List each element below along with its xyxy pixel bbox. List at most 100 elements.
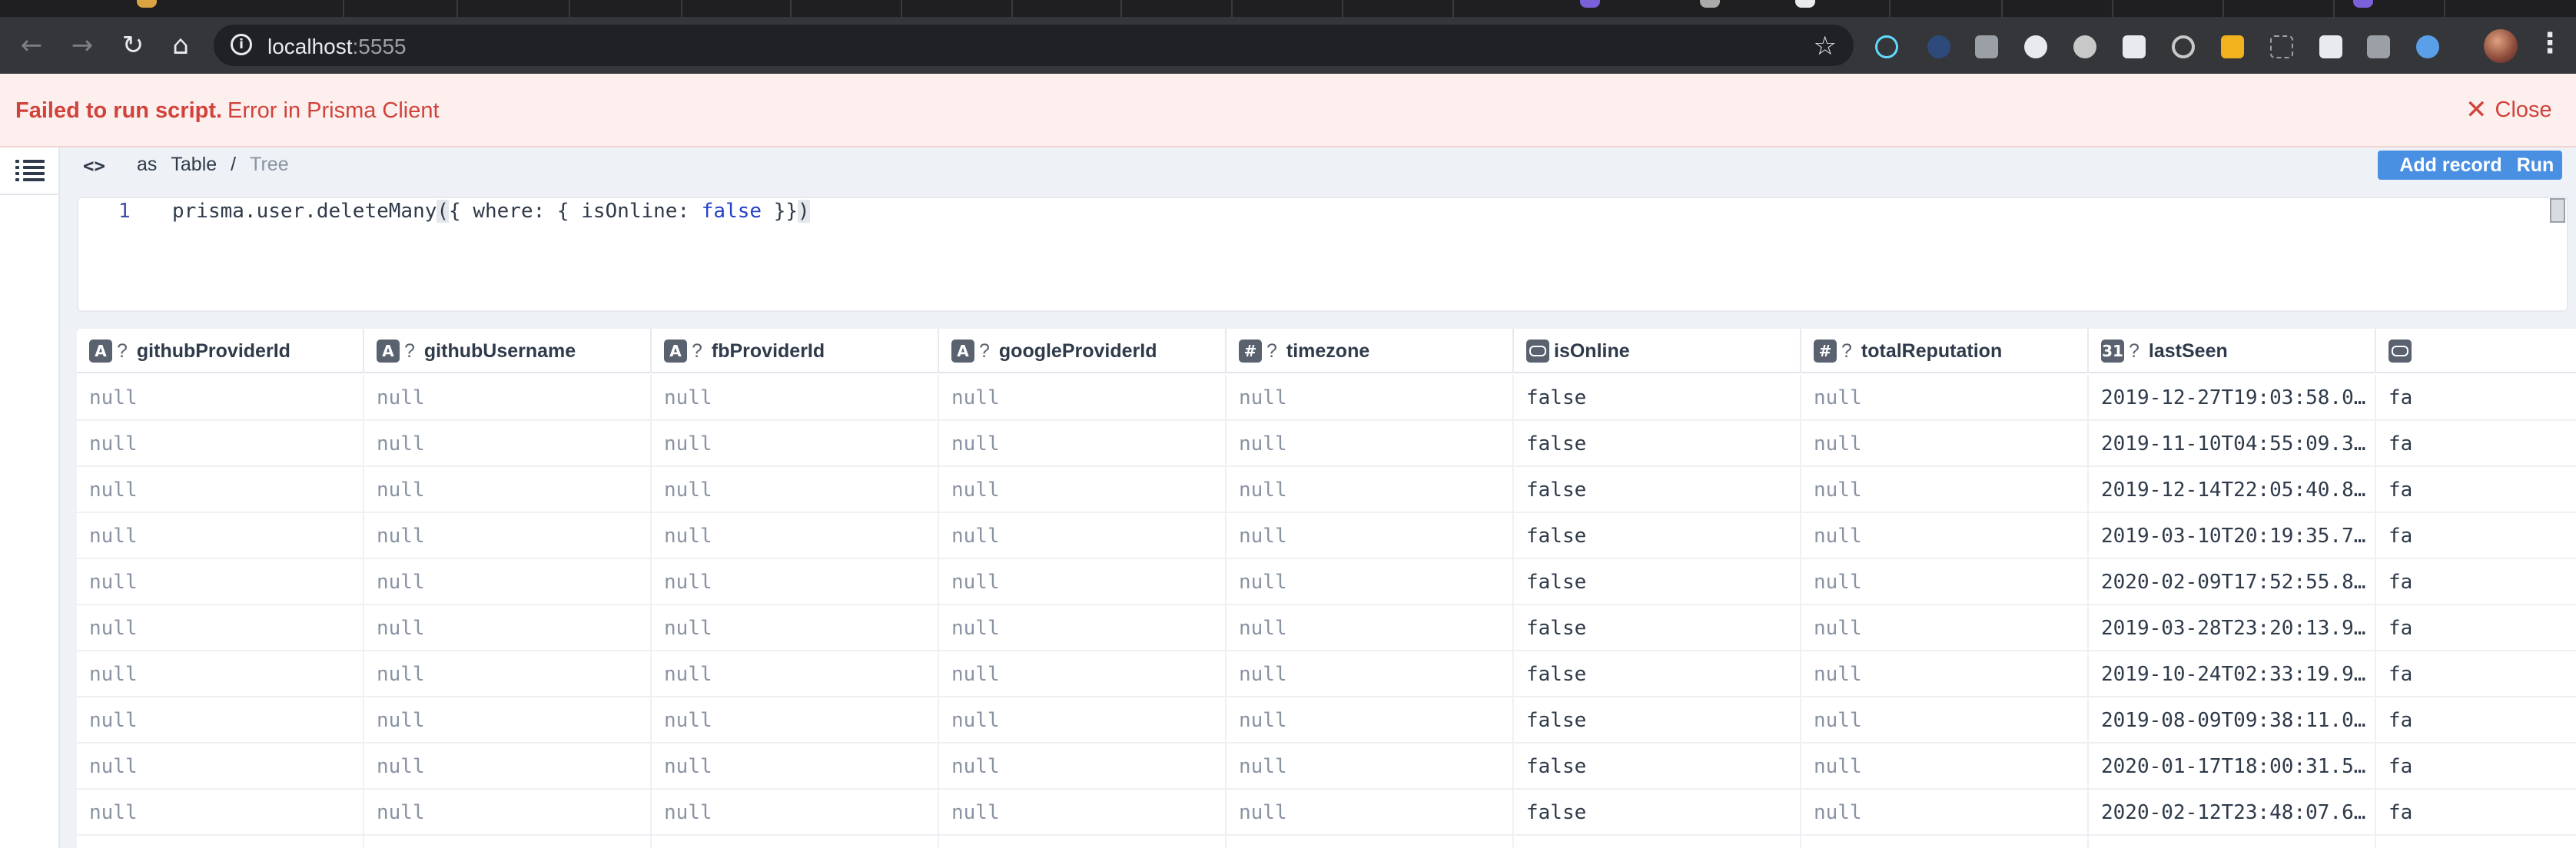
- table-cell[interactable]: fa: [2376, 559, 2576, 605]
- table-cell[interactable]: null: [939, 559, 1227, 605]
- extension-icon[interactable]: [2416, 35, 2439, 58]
- table-cell[interactable]: null: [1801, 697, 2089, 744]
- table-cell[interactable]: null: [652, 513, 939, 559]
- table-cell[interactable]: false: [1514, 697, 1801, 744]
- table-cell[interactable]: null: [364, 467, 652, 513]
- table-cell[interactable]: null: [1227, 605, 1514, 651]
- table-cell[interactable]: null: [939, 513, 1227, 559]
- table-cell[interactable]: null: [77, 744, 364, 790]
- table-cell[interactable]: null: [1801, 790, 2089, 836]
- run-button[interactable]: Run: [2508, 151, 2562, 180]
- table-cell[interactable]: fa: [2376, 651, 2576, 697]
- extension-icon[interactable]: [2367, 35, 2390, 58]
- table-cell[interactable]: 2019-12-27T19:03:58.0…: [2089, 375, 2376, 421]
- table-cell[interactable]: null: [652, 836, 939, 848]
- editor-scrollbar[interactable]: [2550, 198, 2565, 223]
- table-cell[interactable]: null: [1227, 697, 1514, 744]
- table-row[interactable]: null null null null null false null 2019-11-10T…: [77, 421, 2576, 467]
- table-cell[interactable]: null: [939, 421, 1227, 467]
- table-cell[interactable]: fa: [2376, 421, 2576, 467]
- column-header[interactable]: A? githubProviderId: [77, 329, 364, 373]
- reload-icon[interactable]: ↻: [115, 28, 151, 63]
- table-cell[interactable]: null: [939, 467, 1227, 513]
- table-cell[interactable]: null: [1227, 513, 1514, 559]
- table-cell[interactable]: 2019-12-14T22:05:40.8…: [2089, 467, 2376, 513]
- table-cell[interactable]: false: [1514, 651, 1801, 697]
- table-cell[interactable]: null: [652, 651, 939, 697]
- script-editor[interactable]: 1 prisma.user.deleteMany({ where: { isOn…: [77, 197, 2568, 312]
- table-cell[interactable]: fa: [2376, 697, 2576, 744]
- bitwarden-extension-icon[interactable]: [2123, 35, 2146, 58]
- briefcase-extension-icon[interactable]: [1975, 35, 1998, 58]
- table-cell[interactable]: null: [652, 790, 939, 836]
- tab-favicon-icon[interactable]: [1795, 0, 1815, 8]
- table-cell[interactable]: null: [939, 790, 1227, 836]
- table-cell[interactable]: null: [77, 421, 364, 467]
- list-view-icon[interactable]: [15, 158, 45, 181]
- table-cell[interactable]: null: [77, 559, 364, 605]
- profile-avatar[interactable]: [2484, 29, 2518, 63]
- table-cell[interactable]: null: [364, 559, 652, 605]
- table-cell[interactable]: fa: [2376, 790, 2576, 836]
- table-cell[interactable]: null: [77, 513, 364, 559]
- table-cell[interactable]: null: [364, 790, 652, 836]
- table-cell[interactable]: null: [364, 651, 652, 697]
- table-cell[interactable]: null: [1801, 467, 2089, 513]
- table-row[interactable]: null null null null null false null 2019-03-10T…: [77, 513, 2576, 559]
- table-cell[interactable]: null: [939, 605, 1227, 651]
- table-cell[interactable]: null: [652, 467, 939, 513]
- table-cell[interactable]: null: [77, 697, 364, 744]
- column-header[interactable]: A? githubUsername: [364, 329, 652, 373]
- column-header[interactable]: #? totalReputation: [1801, 329, 2089, 373]
- tab-favicon-icon[interactable]: [1580, 0, 1600, 8]
- table-row[interactable]: null null null null null false null 2019-10-24T…: [77, 651, 2576, 697]
- table-cell[interactable]: false: [1514, 790, 1801, 836]
- table-cell[interactable]: null: [652, 421, 939, 467]
- table-cell[interactable]: null: [77, 651, 364, 697]
- browser-menu-icon[interactable]: ⋮: [2536, 28, 2564, 59]
- table-cell[interactable]: null: [1801, 744, 2089, 790]
- table-cell[interactable]: 2020-02-09T17:52:55.8…: [2089, 559, 2376, 605]
- table-row[interactable]: null null null null null false null 2020-02-09T…: [77, 559, 2576, 605]
- table-cell[interactable]: null: [652, 375, 939, 421]
- forward-arrow-icon[interactable]: →: [65, 28, 100, 63]
- table-cell[interactable]: false: [1514, 375, 1801, 421]
- table-cell[interactable]: null: [1227, 559, 1514, 605]
- table-cell[interactable]: 2019-03-28T23:20:13.9…: [2089, 605, 2376, 651]
- table-cell[interactable]: fa: [2376, 836, 2576, 848]
- table-cell[interactable]: fa: [2376, 744, 2576, 790]
- extension-icon[interactable]: [2024, 35, 2047, 58]
- column-header[interactable]: 31? lastSeen: [2089, 329, 2376, 373]
- code-toggle-icon[interactable]: <>: [83, 155, 105, 177]
- table-cell[interactable]: 2020-01-17T18:00:31.5…: [2089, 744, 2376, 790]
- table-cell[interactable]: null: [77, 836, 364, 848]
- table-cell[interactable]: false: [1514, 605, 1801, 651]
- table-cell[interactable]: null: [939, 651, 1227, 697]
- back-arrow-icon[interactable]: ←: [14, 28, 49, 63]
- table-row[interactable]: null null null null null false null 2019-12-27T…: [77, 375, 2576, 421]
- table-cell[interactable]: null: [364, 605, 652, 651]
- table-row[interactable]: nullnullnullnullnullfalsenull2019-10-17T…: [77, 836, 2576, 848]
- notion-extension-icon[interactable]: [2319, 35, 2342, 58]
- table-cell[interactable]: null: [364, 375, 652, 421]
- table-cell[interactable]: null: [939, 697, 1227, 744]
- table-cell[interactable]: null: [1801, 836, 2089, 848]
- table-cell[interactable]: null: [652, 559, 939, 605]
- table-cell[interactable]: null: [1227, 790, 1514, 836]
- column-header[interactable]: [2376, 329, 2576, 373]
- code-line[interactable]: prisma.user.deleteMany({ where: { isOnli…: [172, 200, 810, 223]
- address-url[interactable]: localhost:5555: [267, 35, 407, 59]
- table-cell[interactable]: null: [77, 467, 364, 513]
- table-cell[interactable]: null: [939, 744, 1227, 790]
- table-cell[interactable]: null: [364, 421, 652, 467]
- table-cell[interactable]: null: [1227, 744, 1514, 790]
- table-cell[interactable]: false: [1514, 467, 1801, 513]
- table-cell[interactable]: null: [1801, 651, 2089, 697]
- tab-favicon-icon[interactable]: [1700, 0, 1720, 8]
- close-button[interactable]: ✕ Close: [2465, 97, 2552, 123]
- table-cell[interactable]: null: [364, 744, 652, 790]
- column-header[interactable]: A? fbProviderId: [652, 329, 939, 373]
- add-record-button[interactable]: Add record: [2378, 151, 2524, 180]
- table-row[interactable]: null null null null null false null 2019-03-28T…: [77, 605, 2576, 651]
- react-devtools-extension-icon[interactable]: [1875, 35, 1898, 58]
